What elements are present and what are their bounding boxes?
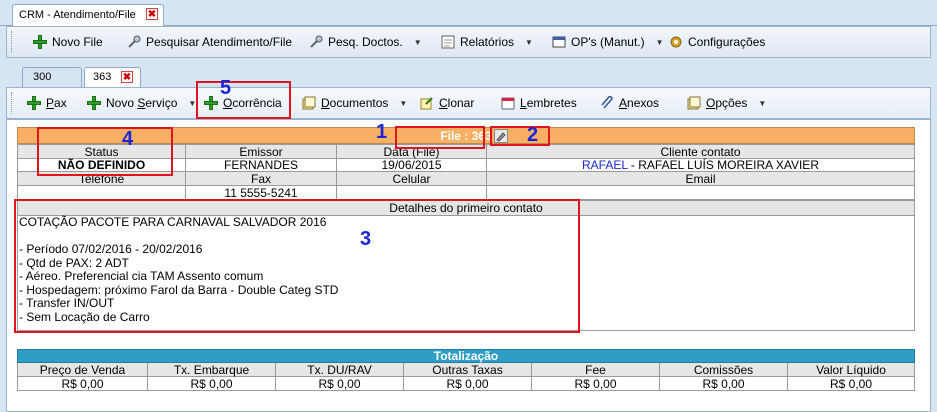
annotation-number-3: 3 xyxy=(360,228,372,250)
annotation-box-3 xyxy=(14,199,580,333)
relatorios-label: Relatórios xyxy=(460,35,515,49)
clonar-button[interactable]: Clonar xyxy=(420,96,474,110)
pesq-doctos-button[interactable]: Pesq. Doctos. ▼ xyxy=(309,35,422,49)
emissor-value: FERNANDES xyxy=(223,158,298,172)
cliente-nome: - RAFAEL LUÍS MOREIRA XAVIER xyxy=(627,158,819,172)
clone-icon xyxy=(420,97,433,110)
main-toolbar: Novo File Pesquisar Atendimento/File Pes… xyxy=(6,26,931,58)
documents-icon xyxy=(302,96,316,110)
close-icon[interactable]: ✖ xyxy=(146,8,158,20)
fee-value: R$ 0,00 xyxy=(574,377,617,391)
toolbar-grip xyxy=(11,92,14,114)
anexos-button[interactable]: Anexos xyxy=(600,96,659,110)
tx-du-rav-value: R$ 0,00 xyxy=(318,377,361,391)
close-icon[interactable]: ✖ xyxy=(121,71,133,83)
pax-button[interactable]: Pax xyxy=(27,96,67,110)
chevron-down-icon: ▼ xyxy=(655,37,664,47)
novo-servico-label: Novo Serviço xyxy=(106,96,178,110)
calendar-icon xyxy=(501,97,515,110)
tab-crm-atendimento[interactable]: CRM - Atendimento/File ✖ xyxy=(12,4,164,26)
valor-liquido-value: R$ 0,00 xyxy=(829,377,873,391)
lembretes-button[interactable]: Lembretes xyxy=(501,96,577,110)
celular-header: Celular xyxy=(392,172,431,186)
gear-icon xyxy=(670,36,682,48)
annotation-number-1: 1 xyxy=(376,121,388,143)
comissoes-header: Comissões xyxy=(693,363,754,377)
options-icon xyxy=(687,96,701,110)
pesquisar-atendimento-button[interactable]: Pesquisar Atendimento/File xyxy=(127,35,292,49)
configuracoes-button[interactable]: Configurações xyxy=(669,35,765,49)
tx-embarque-header: Tx. Embarque xyxy=(173,363,250,377)
fax-header: Fax xyxy=(250,172,271,186)
email-header: Email xyxy=(685,172,716,186)
preco-venda-header: Preço de Venda xyxy=(39,363,126,377)
tx-du-rav-header: Tx. DU/RAV xyxy=(307,363,372,377)
annotation-number-4: 4 xyxy=(122,128,134,150)
fax-value: 11 5555-5241 xyxy=(224,186,298,200)
tab-300-label: 300 xyxy=(33,71,52,83)
pesq-doctos-label: Pesq. Doctos. xyxy=(328,35,403,49)
search-wand-icon xyxy=(128,35,141,48)
ops-manut-button[interactable]: OP's (Manut.) ▼ xyxy=(552,35,664,49)
annotation-number-5: 5 xyxy=(220,77,232,99)
annotation-number-2: 2 xyxy=(527,124,539,146)
cliente-link[interactable]: RAFAEL xyxy=(582,158,628,172)
emissor-header: Emissor xyxy=(239,145,283,159)
outras-taxas-value: R$ 0,00 xyxy=(446,377,489,391)
pesquisar-atendimento-label: Pesquisar Atendimento/File xyxy=(146,35,293,49)
preco-venda-value: R$ 0,00 xyxy=(61,377,104,391)
paperclip-icon xyxy=(601,96,613,109)
ops-manut-label: OP's (Manut.) xyxy=(571,35,645,49)
chevron-down-icon: ▼ xyxy=(758,98,767,108)
cliente-contato-header: Cliente contato xyxy=(660,145,741,159)
documentos-button[interactable]: Documentos ▼ xyxy=(302,96,407,110)
tab-363[interactable]: 363 ✖ xyxy=(84,67,141,87)
data-value: 19/06/2015 xyxy=(381,158,442,172)
anexos-label: Anexos xyxy=(619,96,660,110)
tab-363-label: 363 xyxy=(93,71,112,83)
plus-icon xyxy=(87,96,101,110)
fee-header: Fee xyxy=(585,363,606,377)
outras-taxas-header: Outras Taxas xyxy=(432,363,503,377)
totalizacao-title: Totalização xyxy=(433,349,499,363)
tx-embarque-value: R$ 0,00 xyxy=(190,377,233,391)
toolbar-grip xyxy=(11,31,14,53)
annotation-box-1 xyxy=(395,126,485,149)
cliente-contato-value: RAFAEL - RAFAEL LUÍS MOREIRA XAVIER xyxy=(487,158,914,172)
relatorios-button[interactable]: Relatórios ▼ xyxy=(441,35,533,49)
valor-liquido-header: Valor Líquido xyxy=(816,363,886,377)
plus-icon xyxy=(33,35,47,49)
documentos-label: Documentos xyxy=(321,96,389,110)
window-icon xyxy=(552,36,566,48)
chevron-down-icon: ▼ xyxy=(525,37,533,47)
opcoes-button[interactable]: Opções ▼ xyxy=(687,96,766,110)
clonar-label: Clonar xyxy=(439,96,475,110)
novo-file-label: Novo File xyxy=(52,35,103,49)
report-icon xyxy=(441,35,455,49)
annotation-box-5 xyxy=(196,81,291,119)
plus-icon xyxy=(27,96,41,110)
chevron-down-icon: ▼ xyxy=(413,37,422,47)
file-toolbar: Pax Novo Serviço ▼ Ocorrência Documentos… xyxy=(6,87,931,119)
tab-300[interactable]: 300 xyxy=(22,67,82,87)
configuracoes-label: Configurações xyxy=(688,35,766,49)
lembretes-label: Lembretes xyxy=(520,96,577,110)
novo-file-button[interactable]: Novo File xyxy=(33,35,103,49)
chevron-down-icon: ▼ xyxy=(399,98,408,108)
novo-servico-button[interactable]: Novo Serviço ▼ xyxy=(87,96,196,110)
opcoes-label: Opções xyxy=(706,96,748,110)
annotation-box-2 xyxy=(490,126,550,146)
tab-crm-atendimento-label: CRM - Atendimento/File xyxy=(19,9,136,21)
comissoes-value: R$ 0,00 xyxy=(702,377,745,391)
annotation-box-4 xyxy=(37,127,173,176)
search-wand-icon xyxy=(310,35,323,48)
pax-label: Pax xyxy=(46,96,67,110)
